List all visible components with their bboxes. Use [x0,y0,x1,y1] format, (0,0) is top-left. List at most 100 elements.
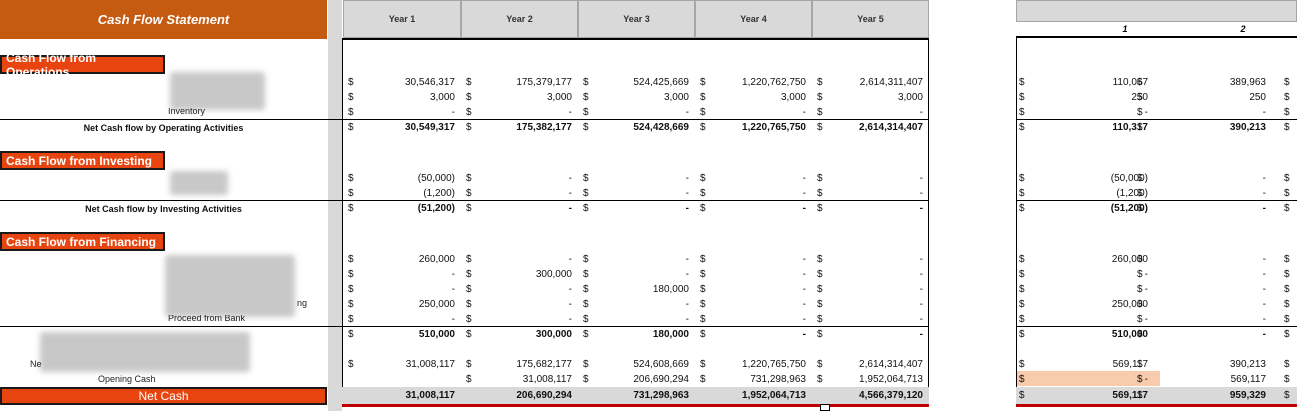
header-month-2[interactable]: 2 [1208,24,1278,34]
cell-fin2-month-2[interactable]: - [1146,269,1266,280]
cell-currency[interactable]: $ [1284,92,1294,103]
header-year-5[interactable]: Year 5 [812,0,929,38]
cell-currency[interactable]: $ [1284,374,1294,385]
cell-opnet-year-1[interactable]: 30,549,317 [355,122,455,133]
cell-currency[interactable]: $ [1284,359,1294,370]
cell-op1-year-5[interactable]: 2,614,311,407 [824,77,923,88]
cell-fin5-year-3[interactable]: - [590,314,689,325]
cell-fin3-year-3[interactable]: 180,000 [590,284,689,295]
cell-fin3-year-5[interactable]: - [824,284,923,295]
cell-op2-year-3[interactable]: 3,000 [590,92,689,103]
cell-op1-year-4[interactable]: 1,220,762,750 [707,77,806,88]
cell-fin3-year-2[interactable]: - [473,284,572,295]
cell-fin3-month-1[interactable]: - [1028,284,1148,295]
cell-net1-year-2[interactable]: 175,682,177 [473,359,572,370]
cell-opnet-year-4[interactable]: 1,220,765,750 [707,122,806,133]
cell-fin4-year-4[interactable]: - [707,299,806,310]
cell-opnet-month-1[interactable]: 110,317 [1028,122,1148,133]
cell-net1-month-1[interactable]: 569,117 [1028,359,1148,370]
cell-fin4-year-3[interactable]: - [590,299,689,310]
cell-netcash-year-4[interactable]: 1,952,064,713 [707,390,806,401]
cell-net1-year-3[interactable]: 524,608,669 [590,359,689,370]
cell-fin2-year-1[interactable]: - [355,269,455,280]
header-year-1[interactable]: Year 1 [343,0,461,38]
cell-currency[interactable]: $ [1284,77,1294,88]
cell-inv1-month-1[interactable]: (50,000) [1028,173,1148,184]
cell-invnet-year-5[interactable]: - [824,203,923,214]
cell-net1-year-5[interactable]: 2,614,314,407 [824,359,923,370]
cell-fin1-month-1[interactable]: 260,000 [1028,254,1148,265]
cell-inv2-year-1[interactable]: (1,200) [355,188,455,199]
cell-finnet-year-3[interactable]: 180,000 [590,329,689,340]
cell-netcash-year-5[interactable]: 4,566,379,120 [824,390,923,401]
cell-fin5-year-1[interactable]: - [355,314,455,325]
cell-op3-month-2[interactable]: - [1146,107,1266,118]
cell-op1-year-1[interactable]: 30,546,317 [355,77,455,88]
cell-fin1-year-2[interactable]: - [473,254,572,265]
cell-inv1-year-4[interactable]: - [707,173,806,184]
cell-op1-year-2[interactable]: 175,379,177 [473,77,572,88]
cell-inv2-year-5[interactable]: - [824,188,923,199]
cell-inv2-month-2[interactable]: - [1146,188,1266,199]
cell-currency[interactable]: $ [1284,107,1294,118]
cell-net1-year-1[interactable]: 31,008,117 [355,359,455,370]
cell-net1-month-2[interactable]: 390,213 [1146,359,1266,370]
cell-op1-month-2[interactable]: 389,963 [1146,77,1266,88]
cell-fin3-month-2[interactable]: - [1146,284,1266,295]
cell-finnet-month-1[interactable]: 510,000 [1028,329,1148,340]
cell-op3-year-4[interactable]: - [707,107,806,118]
cell-netcash-year-1[interactable]: 31,008,117 [355,390,456,401]
cell-netcash-month-2[interactable]: 959,329 [1146,390,1266,401]
cell-netcash-year-3[interactable]: 731,298,963 [590,390,689,401]
cell-net1-year-4[interactable]: 1,220,765,750 [707,359,806,370]
cell-open-year-2[interactable]: 31,008,117 [473,374,572,385]
cell-fin3-year-1[interactable]: - [355,284,455,295]
cell-op2-month-1[interactable]: 250 [1028,92,1148,103]
cell-netcash-month-1[interactable]: 569,117 [1028,390,1148,401]
cell-fin1-year-1[interactable]: 260,000 [355,254,455,265]
cell-invnet-year-3[interactable]: - [590,203,689,214]
cell-fin5-month-2[interactable]: - [1146,314,1266,325]
cell-open-year-3[interactable]: 206,690,294 [590,374,689,385]
cell-opnet-year-5[interactable]: 2,614,314,407 [824,122,923,133]
cell-op2-year-2[interactable]: 3,000 [473,92,572,103]
cell-finnet-year-1[interactable]: 510,000 [355,329,455,340]
cell-currency[interactable]: $ [1284,284,1294,295]
cell-inv1-year-1[interactable]: (50,000) [355,173,455,184]
cell-fin5-month-1[interactable]: - [1028,314,1148,325]
cell-finnet-year-5[interactable]: - [824,329,923,340]
header-year-4[interactable]: Year 4 [695,0,812,38]
cell-invnet-year-4[interactable]: - [707,203,806,214]
cell-currency[interactable]: $ [1284,254,1294,265]
cell-finnet-month-2[interactable]: - [1146,329,1266,340]
cell-currency[interactable]: $ [1284,203,1294,214]
cell-opnet-year-3[interactable]: 524,428,669 [590,122,689,133]
cell-currency[interactable]: $ [1284,390,1294,401]
cell-opnet-month-2[interactable]: 390,213 [1146,122,1266,133]
cell-currency[interactable]: $ [1284,329,1294,340]
cell-finnet-year-2[interactable]: 300,000 [473,329,572,340]
cell-currency[interactable]: $ [1284,269,1294,280]
cell-inv2-year-3[interactable]: - [590,188,689,199]
cell-currency[interactable]: $ [1284,299,1294,310]
cell-op3-year-1[interactable]: - [355,107,455,118]
cell-fin4-month-1[interactable]: 250,000 [1028,299,1148,310]
header-year-3[interactable]: Year 3 [578,0,695,38]
cell-fin1-year-4[interactable]: - [707,254,806,265]
cell-open-month-2[interactable]: 569,117 [1146,374,1266,385]
cell-currency[interactable]: $ [1284,122,1294,133]
header-month-1[interactable]: 1 [1090,24,1160,34]
cell-fin4-year-1[interactable]: 250,000 [355,299,455,310]
cell-inv1-year-2[interactable]: - [473,173,572,184]
cell-fin2-month-1[interactable]: - [1028,269,1148,280]
cell-fin2-year-2[interactable]: 300,000 [473,269,572,280]
cell-open-year-5[interactable]: 1,952,064,713 [824,374,923,385]
cell-op2-month-2[interactable]: 250 [1146,92,1266,103]
cell-op2-year-4[interactable]: 3,000 [707,92,806,103]
cell-op3-year-2[interactable]: - [473,107,572,118]
cell-fin2-year-5[interactable]: - [824,269,923,280]
cell-op3-year-3[interactable]: - [590,107,689,118]
cell-op2-year-5[interactable]: 3,000 [824,92,923,103]
cell-fin5-year-2[interactable]: - [473,314,572,325]
cell-fin1-year-5[interactable]: - [824,254,923,265]
